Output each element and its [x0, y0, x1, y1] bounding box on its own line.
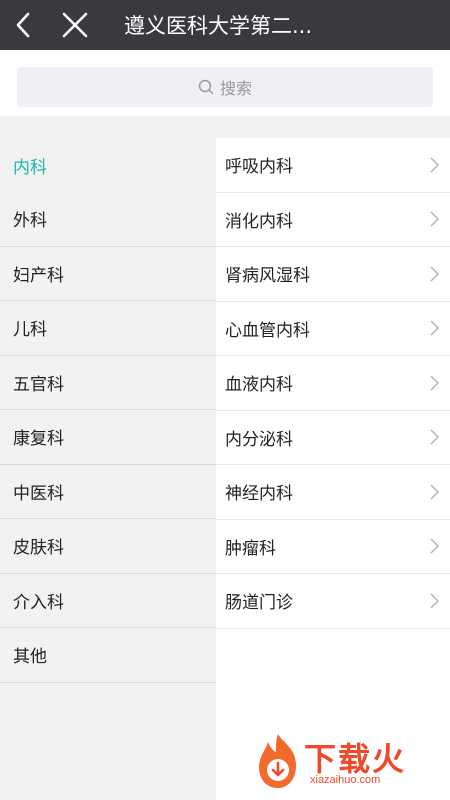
subdepartment-item[interactable]: 血液内科	[216, 356, 450, 411]
subdepartment-label: 呼吸内科	[225, 157, 293, 178]
divider	[0, 116, 450, 138]
category-item-neike[interactable]: 内科	[0, 138, 216, 192]
category-list: 内科 外科 妇产科 儿科 五官科 康复科 中医科 皮肤科 介入科 其他	[0, 138, 216, 800]
subdepartment-label: 肿瘤科	[225, 538, 276, 559]
chevron-right-icon	[430, 375, 440, 391]
chevron-right-icon	[430, 157, 440, 173]
category-item-pifuke[interactable]: 皮肤科	[0, 519, 216, 574]
subdepartment-item[interactable]: 消化内科	[216, 193, 450, 247]
subdepartment-item[interactable]: 肠道门诊	[216, 574, 450, 629]
subdepartment-label: 肾病风湿科	[225, 266, 310, 287]
category-item-wuguanke[interactable]: 五官科	[0, 356, 216, 410]
subdepartment-label: 血液内科	[225, 375, 293, 396]
category-label: 介入科	[13, 592, 64, 613]
chevron-right-icon	[430, 484, 440, 500]
back-button[interactable]	[0, 0, 46, 50]
subdepartment-label: 消化内科	[225, 211, 293, 232]
category-label: 五官科	[13, 374, 64, 395]
search-icon	[198, 79, 214, 95]
chevron-left-icon	[16, 12, 30, 38]
category-item-waike[interactable]: 外科	[0, 192, 216, 247]
category-item-qita[interactable]: 其他	[0, 628, 216, 683]
chevron-right-icon	[430, 429, 440, 445]
category-label: 皮肤科	[13, 538, 64, 559]
subdepartment-label: 神经内科	[225, 484, 293, 505]
close-icon	[62, 12, 88, 38]
search-placeholder: 搜索	[219, 79, 252, 98]
category-label: 其他	[13, 647, 47, 668]
category-label: 外科	[13, 211, 47, 232]
subdepartment-list: 呼吸内科 消化内科 肾病风湿科 心血管内科 血液内科 内分泌科 神经内科 肿瘤科…	[216, 138, 450, 800]
category-item-erke[interactable]: 儿科	[0, 301, 216, 356]
subdepartment-label: 内分泌科	[225, 429, 293, 450]
subdepartment-label: 心血管内科	[225, 320, 310, 341]
close-button[interactable]	[46, 0, 104, 50]
category-label: 儿科	[13, 320, 47, 341]
category-item-zhongyike[interactable]: 中医科	[0, 465, 216, 519]
subdepartment-item[interactable]: 肾病风湿科	[216, 247, 450, 302]
chevron-right-icon	[430, 320, 440, 336]
top-bar: 遵义医科大学第二...	[0, 0, 450, 50]
watermark: 下载火 xiazaihuo.com	[254, 732, 444, 792]
subdepartment-item[interactable]: 心血管内科	[216, 302, 450, 356]
category-label: 妇产科	[13, 265, 64, 286]
subdepartment-item[interactable]: 神经内科	[216, 465, 450, 520]
subdepartment-label: 肠道门诊	[225, 593, 293, 614]
chevron-right-icon	[430, 211, 440, 227]
chevron-right-icon	[430, 538, 440, 554]
chevron-right-icon	[430, 266, 440, 282]
chevron-right-icon	[430, 593, 440, 609]
category-label: 内科	[13, 157, 47, 178]
search-input[interactable]: 搜索	[17, 67, 433, 107]
category-item-jieruke[interactable]: 介入科	[0, 574, 216, 628]
watermark-url: xiazaihuo.com	[310, 774, 381, 786]
subdepartment-item[interactable]: 内分泌科	[216, 411, 450, 465]
subdepartment-item[interactable]: 肿瘤科	[216, 520, 450, 574]
category-label: 中医科	[13, 483, 64, 504]
flame-logo-icon	[259, 734, 296, 788]
subdepartment-item[interactable]: 呼吸内科	[216, 138, 450, 193]
category-label: 康复科	[13, 429, 64, 450]
page-title: 遵义医科大学第二...	[124, 14, 313, 38]
search-bar: 搜索	[0, 50, 450, 116]
category-item-kangfuke[interactable]: 康复科	[0, 410, 216, 465]
category-item-fuchanke[interactable]: 妇产科	[0, 247, 216, 301]
